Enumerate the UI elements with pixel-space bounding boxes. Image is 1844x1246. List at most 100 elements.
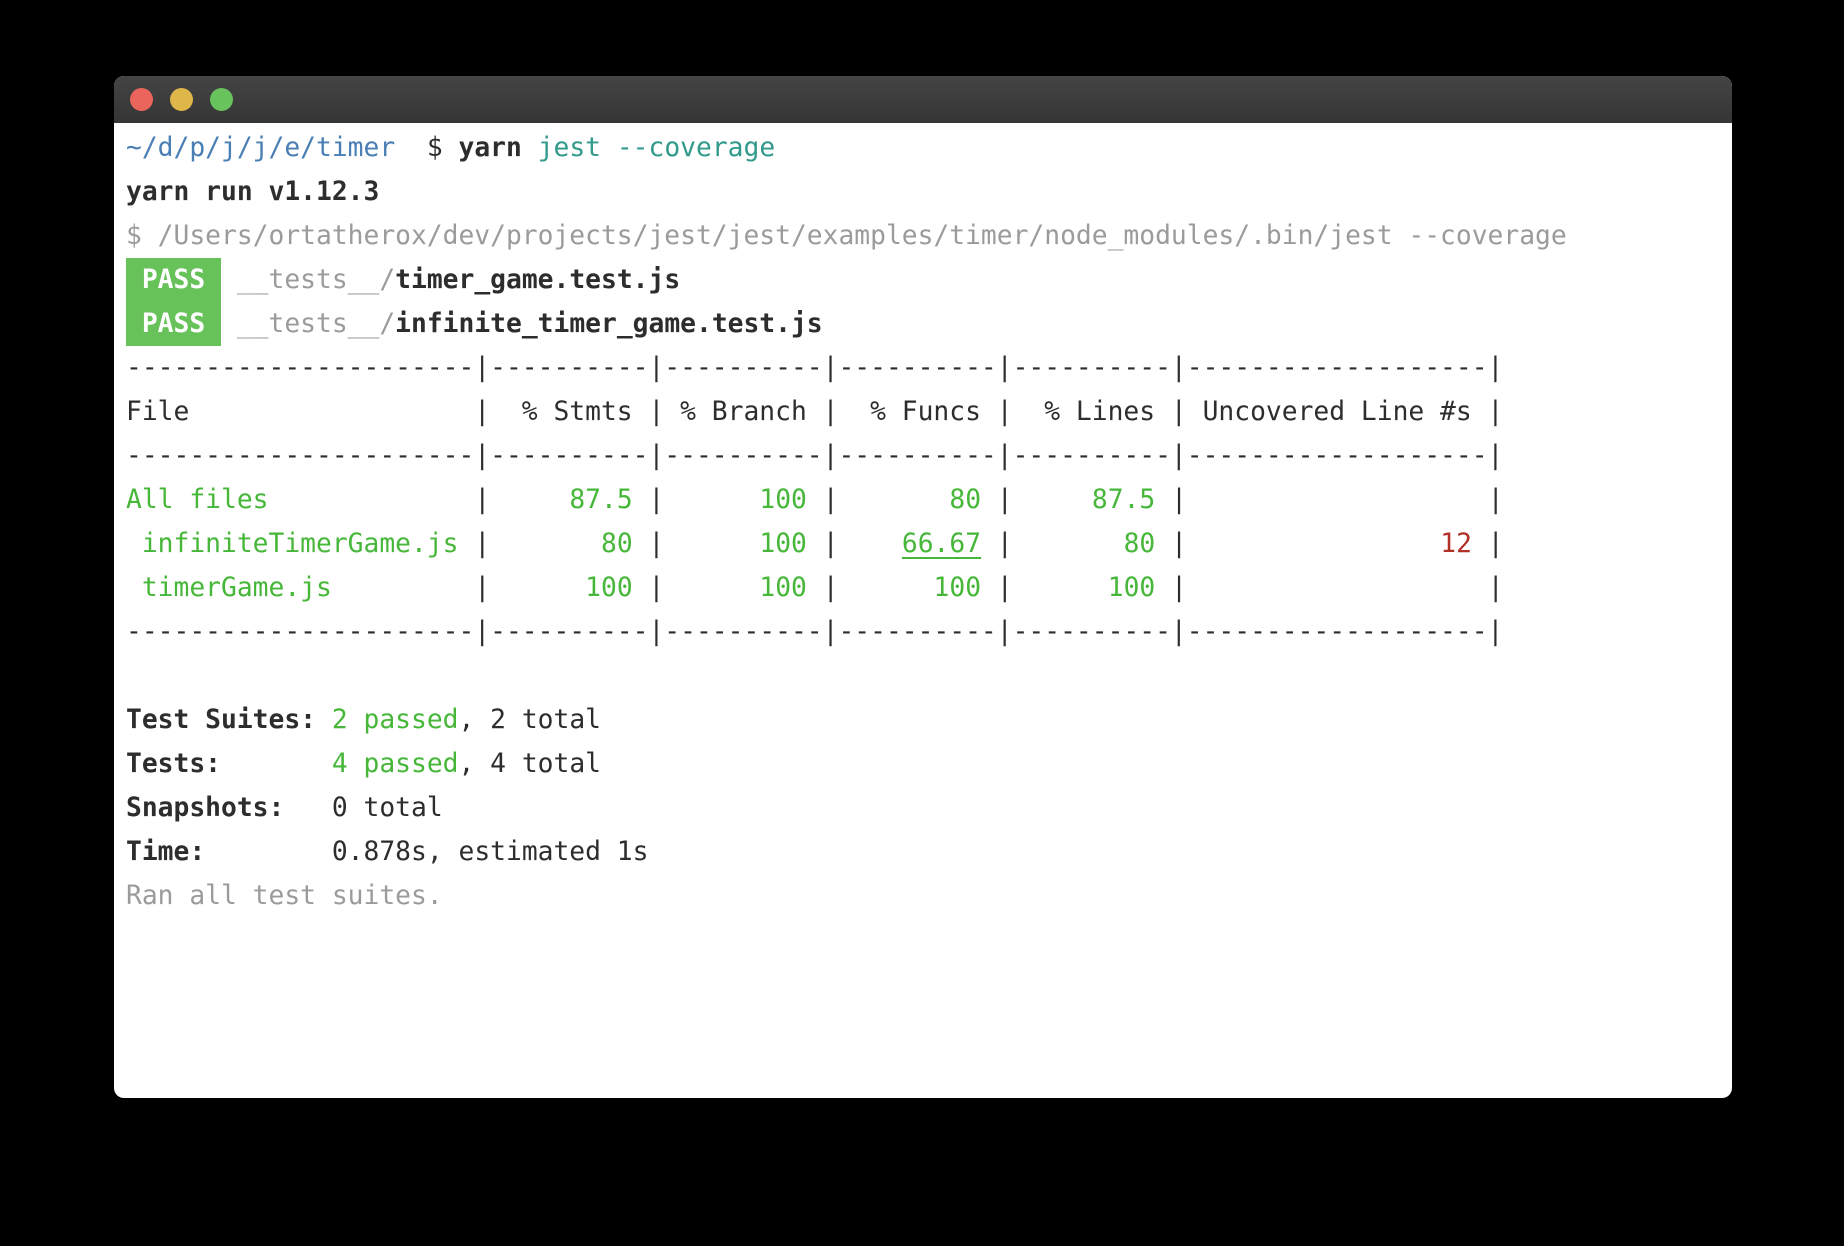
prompt-spacer xyxy=(395,133,427,163)
table-cell-pad xyxy=(1187,485,1472,515)
table-separator-text: ----------------------|----------|------… xyxy=(126,441,1503,471)
test-dir: __tests__/ xyxy=(237,265,395,295)
table-cell-pad xyxy=(633,573,649,603)
summary-label: Test Suites: xyxy=(126,705,332,735)
table-cell-pad xyxy=(807,573,823,603)
minimize-button[interactable] xyxy=(170,88,193,111)
summary-passed-count: 2 passed xyxy=(332,705,459,735)
summary-rest: 0.878s, estimated 1s xyxy=(332,837,649,867)
table-cell-pad xyxy=(664,485,759,515)
coverage-table-separator: ----------------------|----------|------… xyxy=(126,610,1722,654)
prompt-path: ~/d/p/j/j/e/timer xyxy=(126,133,395,163)
summary-rest: , 4 total xyxy=(459,749,602,779)
titlebar[interactable] xyxy=(114,76,1732,123)
table-cell-pad xyxy=(633,485,649,515)
blank-line xyxy=(126,654,1722,698)
table-file-cell: timerGame.js xyxy=(126,573,332,603)
resolved-command-text: $ /Users/ortatherox/dev/projects/jest/je… xyxy=(126,221,1567,251)
table-cell-pad xyxy=(1013,529,1124,559)
table-pipe: | xyxy=(823,485,839,515)
table-cell-pad xyxy=(1155,529,1171,559)
table-pipe: | xyxy=(823,529,839,559)
close-button[interactable] xyxy=(130,88,153,111)
traffic-lights xyxy=(130,88,233,111)
command-yarn: yarn xyxy=(459,133,522,163)
table-pipe: | xyxy=(649,485,665,515)
table-cell-value: 80 xyxy=(601,529,633,559)
coverage-table-row: infiniteTimerGame.js | 80 | 100 | 66.67 … xyxy=(126,522,1722,566)
table-pipe: | xyxy=(1171,529,1187,559)
table-pipe: | xyxy=(997,485,1013,515)
table-cell-value: 100 xyxy=(1108,573,1156,603)
badge-spacer xyxy=(221,265,237,295)
table-cell-value: 66.67 xyxy=(902,529,981,559)
table-cell-value: 87.5 xyxy=(569,485,632,515)
terminal-output[interactable]: ~/d/p/j/j/e/timer $ yarn jest --coverage… xyxy=(114,123,1732,918)
summary-row: Snapshots: 0 total xyxy=(126,786,1722,830)
table-pipe: | xyxy=(1171,573,1187,603)
table-cell-value: 100 xyxy=(934,573,982,603)
table-cell-pad xyxy=(807,529,823,559)
table-cell-pad xyxy=(839,573,934,603)
summary-row: Tests: 4 passed, 4 total xyxy=(126,742,1722,786)
table-pipe: | xyxy=(474,529,490,559)
table-pipe: | xyxy=(474,485,490,515)
summary-rest: , 2 total xyxy=(459,705,602,735)
coverage-table-row: All files | 87.5 | 100 | 80 | 87.5 | | xyxy=(126,478,1722,522)
maximize-button[interactable] xyxy=(210,88,233,111)
table-file-cell: All files xyxy=(126,485,269,515)
blank xyxy=(126,661,142,691)
table-cell-pad xyxy=(269,485,475,515)
yarn-version-text: yarn run v1.12.3 xyxy=(126,177,379,207)
table-cell-value: 87.5 xyxy=(1092,485,1155,515)
table-pipe: | xyxy=(649,573,665,603)
table-cell-pad xyxy=(332,573,475,603)
coverage-table-row: timerGame.js | 100 | 100 | 100 | 100 | | xyxy=(126,566,1722,610)
table-cell-value: 100 xyxy=(759,529,807,559)
table-cell-value: 80 xyxy=(1124,529,1156,559)
summary-passed-count: 4 passed xyxy=(332,749,459,779)
prompt-line: ~/d/p/j/j/e/timer $ yarn jest --coverage xyxy=(126,126,1722,170)
table-cell-pad xyxy=(664,573,759,603)
summary-label: Time: xyxy=(126,837,332,867)
table-separator-text: ----------------------|----------|------… xyxy=(126,617,1503,647)
summary-label: Tests: xyxy=(126,749,332,779)
table-separator-text: ----------------------|----------|------… xyxy=(126,353,1503,383)
pass-badge: PASS xyxy=(126,258,221,302)
table-cell-pad xyxy=(490,529,601,559)
badge-spacer xyxy=(221,309,237,339)
command-spacer xyxy=(522,133,538,163)
command-args: jest --coverage xyxy=(538,133,775,163)
table-pipe: | xyxy=(823,573,839,603)
table-cell-pad xyxy=(1472,485,1488,515)
table-cell-pad xyxy=(490,485,569,515)
table-pipe: | xyxy=(474,573,490,603)
terminal-window: ~/d/p/j/j/e/timer $ yarn jest --coverage… xyxy=(114,76,1732,1098)
table-pipe: | xyxy=(997,573,1013,603)
table-cell-value: 12 xyxy=(1440,529,1472,559)
table-cell-pad xyxy=(1187,573,1472,603)
table-cell-pad xyxy=(1472,573,1488,603)
resolved-command-line: $ /Users/ortatherox/dev/projects/jest/je… xyxy=(126,214,1722,258)
table-header-text: File | % Stmts | % Branch | % Funcs | % … xyxy=(126,397,1503,427)
table-pipe: | xyxy=(1171,485,1187,515)
footer-text: Ran all test suites. xyxy=(126,881,443,911)
table-cell-pad xyxy=(1013,485,1092,515)
footer-line: Ran all test suites. xyxy=(126,874,1722,918)
table-cell-pad xyxy=(490,573,585,603)
table-pipe: | xyxy=(1488,485,1504,515)
table-cell-pad xyxy=(839,529,902,559)
table-cell-value: 100 xyxy=(759,485,807,515)
coverage-table-header-row: File | % Stmts | % Branch | % Funcs | % … xyxy=(126,390,1722,434)
summary-label: Snapshots: xyxy=(126,793,332,823)
coverage-table-separator: ----------------------|----------|------… xyxy=(126,346,1722,390)
table-cell-pad xyxy=(1155,573,1171,603)
test-filename: infinite_timer_game.test.js xyxy=(395,309,822,339)
table-cell-pad xyxy=(633,529,649,559)
table-pipe: | xyxy=(649,529,665,559)
test-dir: __tests__/ xyxy=(237,309,395,339)
coverage-table-separator: ----------------------|----------|------… xyxy=(126,434,1722,478)
table-cell-value: 100 xyxy=(759,573,807,603)
table-cell-pad xyxy=(1155,485,1171,515)
test-filename: timer_game.test.js xyxy=(395,265,680,295)
